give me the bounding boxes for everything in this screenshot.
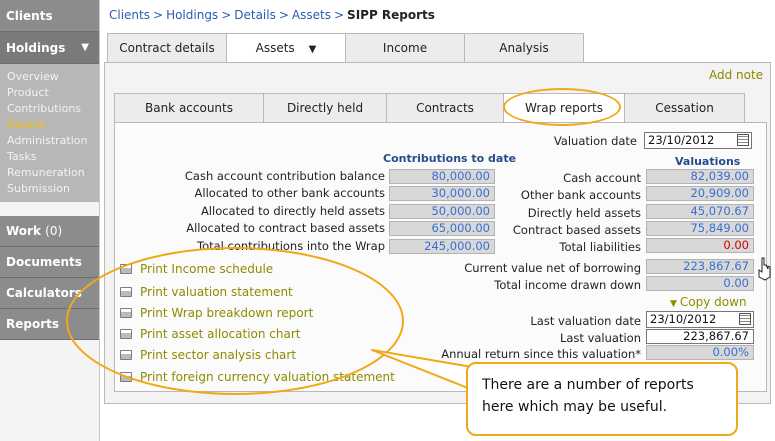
callout-seam xyxy=(468,370,474,390)
mouse-cursor-icon xyxy=(758,257,771,281)
callout-text: There are a number of reports here which… xyxy=(482,377,694,415)
callout-box: There are a number of reports here which… xyxy=(466,362,738,436)
callout-pointer xyxy=(371,349,479,393)
print-links-highlight-ellipse xyxy=(66,247,404,395)
